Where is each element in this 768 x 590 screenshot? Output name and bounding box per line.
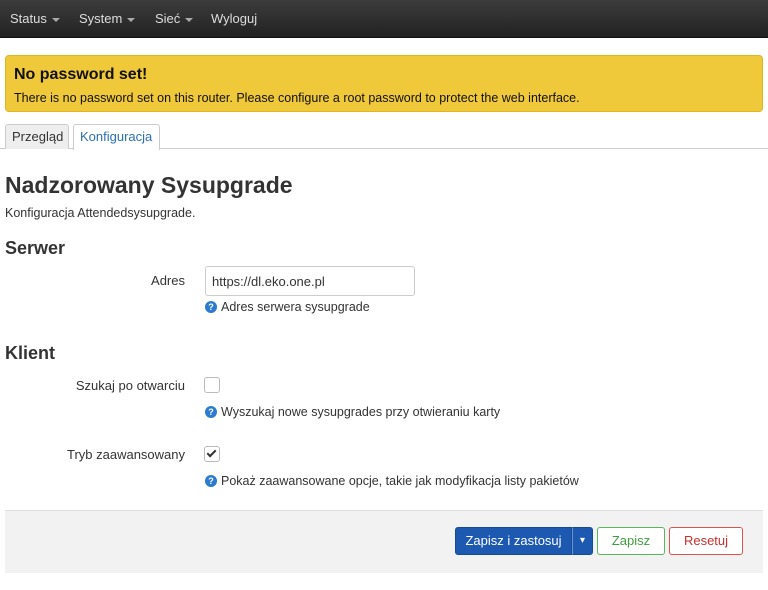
help-icon: ?	[205, 301, 217, 313]
page-title: Nadzorowany Sysupgrade	[5, 172, 293, 198]
nav-system-menu[interactable]: System	[79, 0, 136, 38]
no-password-alert: No password set! There is no password se…	[5, 55, 763, 112]
save-apply-dropdown-toggle[interactable]: ▾	[572, 527, 593, 555]
address-label: Adres	[151, 273, 185, 288]
caret-down-icon	[51, 17, 60, 22]
save-apply-button[interactable]: Zapisz i zastosuj	[455, 527, 572, 555]
advanced-mode-hint: ? Pokaż zaawansowane opcje, takie jak mod…	[205, 474, 579, 488]
nav-network-label: Sieć	[155, 11, 181, 26]
help-icon: ?	[205, 406, 217, 418]
address-hint-text: Adres serwera sysupgrade	[221, 300, 370, 314]
help-icon: ?	[205, 475, 217, 487]
tab-configuration[interactable]: Konfiguracja	[73, 124, 160, 150]
checkmark-icon	[206, 447, 217, 458]
tab-bar: Przegląd Konfiguracja	[0, 124, 768, 150]
advanced-mode-checkbox[interactable]	[204, 446, 220, 462]
advanced-mode-hint-text: Pokaż zaawansowane opcje, takie jak mody…	[221, 474, 579, 488]
save-button[interactable]: Zapisz	[597, 527, 665, 555]
address-input[interactable]	[205, 266, 415, 296]
alert-text: There is no password set on this router.…	[14, 91, 580, 105]
nav-system-label: System	[79, 11, 123, 26]
address-hint: ? Adres serwera sysupgrade	[205, 300, 370, 314]
section-title-client: Klient	[5, 343, 56, 363]
nav-logout-label: Wyloguj	[211, 11, 258, 26]
tab-overview[interactable]: Przegląd	[5, 124, 69, 149]
advanced-mode-label: Tryb zaawansowany	[66, 447, 185, 462]
nav-status-menu[interactable]: Status	[10, 0, 60, 38]
section-title-server: Serwer	[5, 238, 66, 258]
nav-status-label: Status	[10, 11, 47, 26]
reset-button[interactable]: Resetuj	[669, 527, 743, 555]
caret-down-icon	[185, 17, 194, 22]
alert-title: No password set!	[14, 66, 148, 83]
search-on-open-label: Szukaj po otwarciu	[75, 378, 185, 393]
page-description: Konfiguracja Attendedsysupgrade.	[5, 206, 196, 220]
search-on-open-checkbox[interactable]	[204, 377, 220, 393]
caret-down-icon	[127, 17, 136, 22]
nav-logout-link[interactable]: Wyloguj	[211, 0, 257, 38]
top-navbar: Status System Sieć Wyloguj	[0, 0, 768, 38]
search-on-open-hint-text: Wyszukaj nowe sysupgrades przy otwierani…	[221, 405, 501, 419]
search-on-open-hint: ? Wyszukaj nowe sysupgrades przy otwieran…	[205, 405, 500, 419]
nav-network-menu[interactable]: Sieć	[155, 0, 194, 38]
